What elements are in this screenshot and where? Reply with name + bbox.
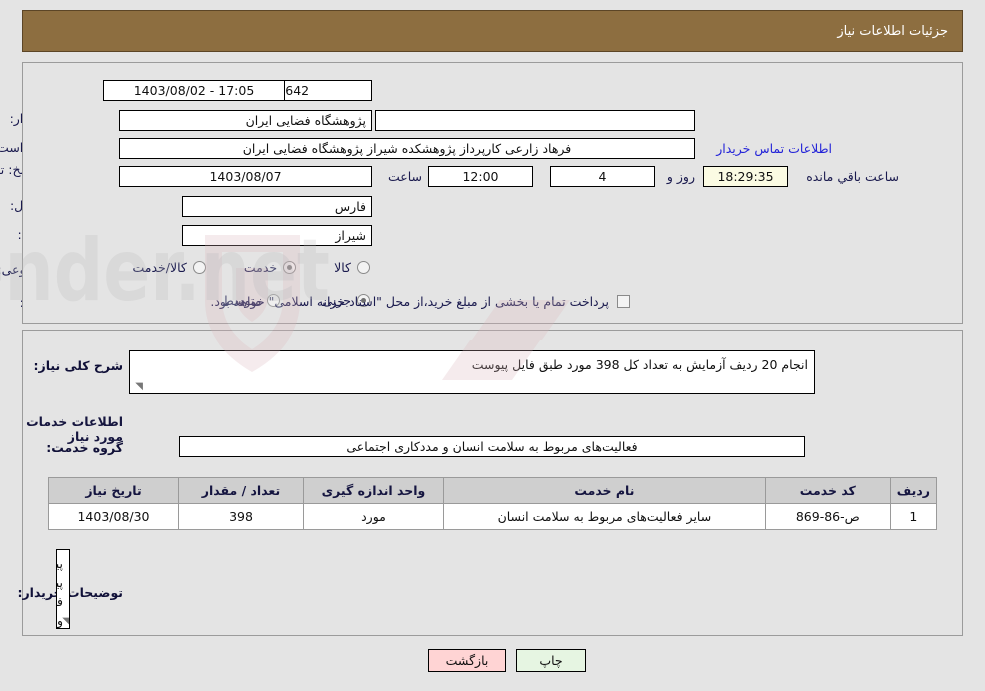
cell-need-date: 1403/08/30 bbox=[48, 503, 179, 530]
cell-code: ص-86-869 bbox=[764, 503, 891, 530]
col-unit: واحد اندازه گیری bbox=[303, 477, 444, 504]
items-table-header-row: ردیف کد خدمت نام خدمت واحد اندازه گیری ت… bbox=[48, 477, 938, 504]
category-option-kala-label: کالا bbox=[334, 260, 351, 275]
city-value: شیراز bbox=[182, 225, 372, 246]
resize-grip-icon-notes[interactable]: ◥ bbox=[60, 617, 69, 627]
category-option-khedmat[interactable]: خدمت bbox=[243, 260, 297, 275]
province-value: فارس bbox=[182, 196, 372, 217]
requester-value: فرهاد زارعی کارپرداز پژوهشکده شیراز پژوه… bbox=[119, 138, 695, 159]
radio-kala-icon[interactable] bbox=[357, 261, 370, 274]
treasury-note-label: پرداخت تمام یا بخشی از مبلغ خرید،از محل … bbox=[210, 294, 609, 309]
col-row: ردیف bbox=[889, 477, 938, 504]
remaining-time-label: ساعت باقي مانده bbox=[806, 169, 899, 184]
cell-name: سایر فعالیت‌های مربوط به سلامت انسان bbox=[443, 503, 766, 530]
page-title: جزئیات اطلاعات نیاز bbox=[837, 23, 948, 39]
radio-khedmat-icon[interactable] bbox=[283, 261, 297, 274]
remaining-days-label: روز و bbox=[666, 169, 695, 184]
buyer-org-value-secondary bbox=[375, 110, 695, 131]
need-info-panel bbox=[22, 62, 963, 324]
table-row: 1 ص-86-869 سایر فعالیت‌های مربوط به سلام… bbox=[48, 503, 938, 530]
category-option-kala-khedmat[interactable]: کالا/خدمت bbox=[132, 260, 206, 275]
service-group-label: گروه خدمت: bbox=[46, 440, 123, 455]
buyer-notes-textarea[interactable]: پیوست پیش فاکتور و فایل الزامات خریدار ا… bbox=[56, 549, 70, 629]
remaining-days-value: 4 bbox=[550, 166, 655, 187]
items-table: ردیف کد خدمت نام خدمت واحد اندازه گیری ت… bbox=[48, 477, 938, 530]
announce-date-value: 17:05 - 1403/08/02 bbox=[103, 80, 285, 101]
description-textarea[interactable]: انجام 20 ردیف آزمایش به تعداد کل 398 مور… bbox=[129, 350, 815, 394]
buyer-contact-link[interactable]: اطلاعات تماس خریدار bbox=[716, 141, 832, 156]
treasury-note-row: پرداخت تمام یا بخشی از مبلغ خرید،از محل … bbox=[210, 294, 630, 309]
radio-kala-khedmat-icon[interactable] bbox=[192, 261, 206, 274]
page-root: AnaTender.net جزئیات اطلاعات نیاز شماره … bbox=[0, 0, 985, 691]
description-value: انجام 20 ردیف آزمایش به تعداد کل 398 مور… bbox=[471, 357, 808, 372]
col-name: نام خدمت bbox=[443, 477, 766, 504]
col-quantity: تعداد / مقدار bbox=[178, 477, 304, 504]
col-need-date: تاریخ نیاز bbox=[48, 477, 179, 504]
cell-quantity: 398 bbox=[178, 503, 304, 530]
page-header: جزئیات اطلاعات نیاز bbox=[22, 10, 963, 52]
back-button[interactable]: بازگشت bbox=[428, 649, 506, 672]
cell-unit: مورد bbox=[303, 503, 444, 530]
description-label: شرح کلی نیاز: bbox=[33, 358, 123, 373]
category-option-kala[interactable]: کالا bbox=[334, 260, 370, 275]
category-option-kala-khedmat-label: کالا/خدمت bbox=[132, 260, 187, 275]
deadline-time-value: 12:00 bbox=[428, 166, 533, 187]
service-group-value: فعالیت‌های مربوط به سلامت انسان و مددکار… bbox=[179, 436, 805, 457]
buyer-notes-label: توضیحات خریدار: bbox=[17, 585, 123, 600]
category-option-khedmat-label: خدمت bbox=[243, 260, 278, 275]
col-code: کد خدمت bbox=[764, 477, 891, 504]
treasury-checkbox[interactable] bbox=[617, 295, 630, 308]
buyer-org-value: پژوهشگاه فضایی ایران bbox=[119, 110, 372, 131]
resize-grip-icon[interactable]: ◥ bbox=[133, 382, 143, 392]
print-button[interactable]: چاپ bbox=[516, 649, 586, 672]
category-radio-group: کالا خدمت کالا/خدمت bbox=[132, 260, 370, 275]
cell-row: 1 bbox=[889, 503, 938, 530]
deadline-time-label: ساعت bbox=[387, 169, 422, 184]
deadline-date-value: 1403/08/07 bbox=[119, 166, 372, 187]
remaining-time-value: 18:29:35 bbox=[703, 166, 788, 187]
